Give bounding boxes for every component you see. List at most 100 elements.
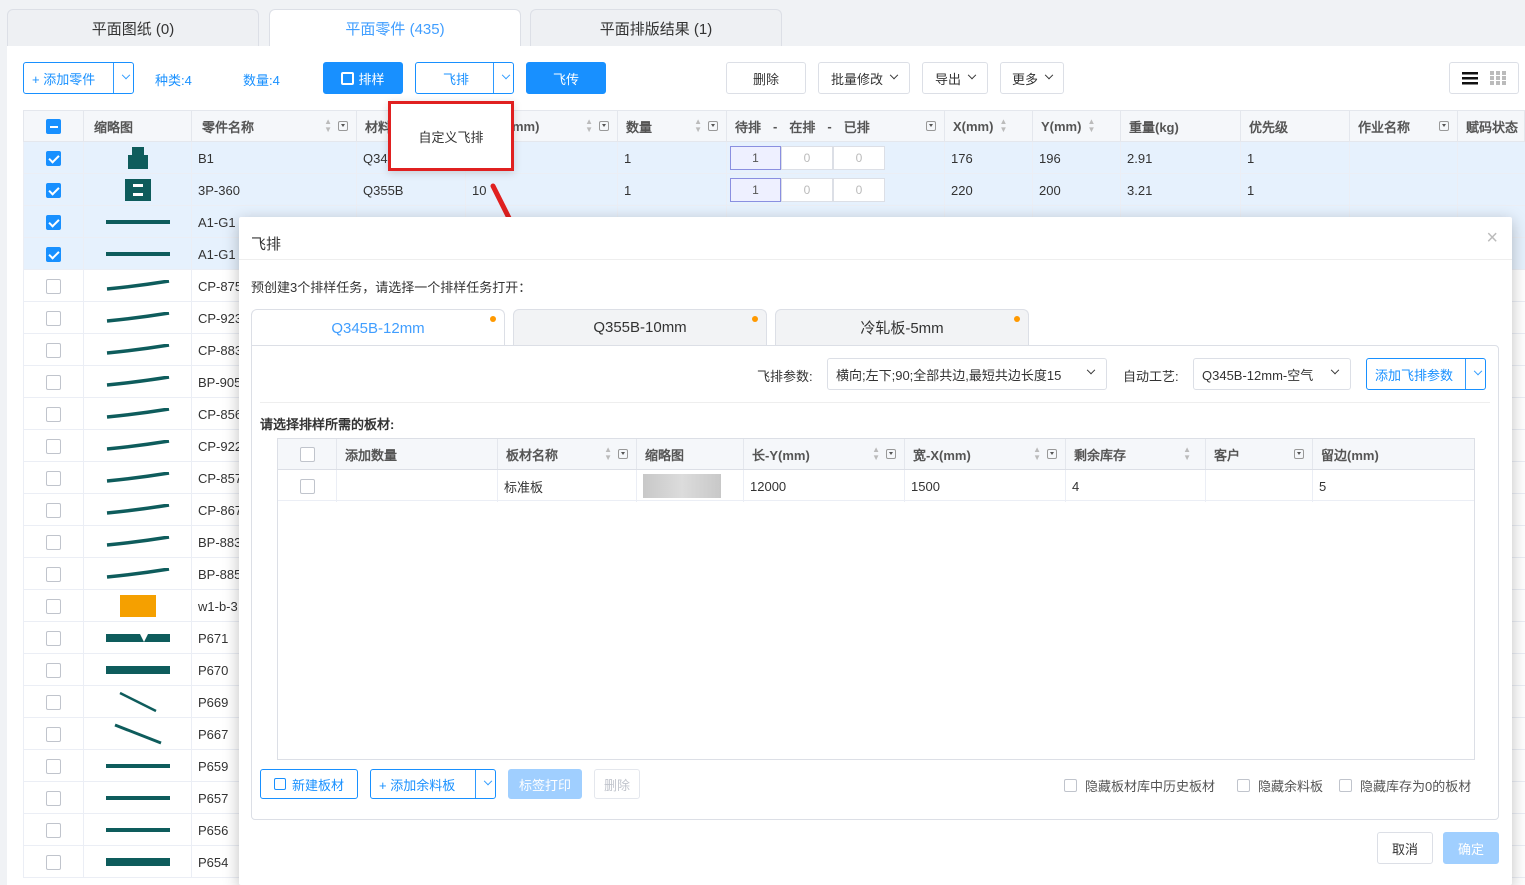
- auto-process-select[interactable]: Q345B-12mm-空气: [1193, 358, 1351, 390]
- row-checkbox[interactable]: [46, 150, 61, 166]
- table-row[interactable]: B1 Q34 1 1 0 0 176 196 2.91 1: [23, 142, 1525, 174]
- sort-icon[interactable]: ▲ ▼: [604, 446, 612, 462]
- hide-zero-checkbox[interactable]: [1339, 779, 1352, 792]
- filter-icon[interactable]: [618, 449, 628, 459]
- add-remnant-button[interactable]: + 添加余料板: [370, 769, 496, 799]
- th-y[interactable]: Y(mm) ▲ ▼: [1033, 111, 1121, 141]
- row-checkbox[interactable]: [46, 854, 61, 870]
- hide-remnant-checkbox[interactable]: [1237, 779, 1250, 792]
- label-print-button[interactable]: 标签打印: [508, 769, 582, 799]
- fly-nest-dropdown-toggle[interactable]: [493, 63, 513, 93]
- row-checkbox[interactable]: [46, 790, 61, 806]
- row-checkbox[interactable]: [46, 278, 61, 294]
- sheet-row[interactable]: 标准板 12000 1500 4 5: [278, 470, 1474, 502]
- more-button[interactable]: 更多: [1000, 62, 1064, 94]
- row-checkbox[interactable]: [46, 662, 61, 678]
- filter-icon[interactable]: [926, 121, 936, 131]
- row-checkbox[interactable]: [46, 566, 61, 582]
- sort-icon[interactable]: ▲ ▼: [1033, 446, 1041, 462]
- add-part-dropdown-toggle[interactable]: [113, 63, 133, 93]
- sort-icon[interactable]: ▲ ▼: [585, 118, 593, 134]
- task-tab-cold-rolled[interactable]: 冷轧板-5mm: [775, 309, 1029, 345]
- tab-drawings[interactable]: 平面图纸 (0): [7, 9, 259, 46]
- row-checkbox[interactable]: [46, 726, 61, 742]
- hide-remnant-option[interactable]: 隐藏余料板: [1237, 776, 1323, 795]
- nest-button[interactable]: 排样: [323, 62, 403, 94]
- sheet-row-checkbox[interactable]: [299, 478, 315, 494]
- batch-edit-button[interactable]: 批量修改: [818, 62, 910, 94]
- row-checkbox[interactable]: [46, 182, 61, 198]
- filter-icon[interactable]: [1439, 121, 1449, 131]
- th-stock[interactable]: 剩余库存 ▲ ▼: [1066, 439, 1206, 469]
- filter-icon[interactable]: [599, 121, 609, 131]
- fly-nest-button[interactable]: 飞排: [415, 62, 514, 94]
- list-view-icon[interactable]: [1462, 71, 1478, 85]
- row-checkbox[interactable]: [46, 406, 61, 422]
- add-fly-param-dropdown-toggle[interactable]: [1465, 359, 1485, 389]
- sheet-delete-button[interactable]: 删除: [594, 769, 640, 799]
- hide-zero-option[interactable]: 隐藏库存为0的板材: [1339, 776, 1471, 795]
- custom-fly-nest-menu-item[interactable]: 自定义飞排: [388, 101, 514, 171]
- sheet-select-all-checkbox[interactable]: [299, 446, 315, 462]
- filter-icon[interactable]: [1047, 449, 1057, 459]
- th-weight[interactable]: 重量(kg): [1121, 111, 1241, 141]
- th-part-name[interactable]: 零件名称 ▲ ▼: [192, 111, 357, 141]
- task-tab-q355b[interactable]: Q355B-10mm: [513, 309, 767, 345]
- table-row[interactable]: 3P-360 Q355B 10 1 1 0 0 220 200 3.21 1: [23, 174, 1525, 206]
- sort-icon[interactable]: ▲ ▼: [1183, 446, 1191, 462]
- th-priority[interactable]: 优先级: [1241, 111, 1350, 141]
- row-checkbox[interactable]: [46, 534, 61, 550]
- row-checkbox[interactable]: [46, 246, 61, 262]
- row-checkbox[interactable]: [46, 310, 61, 326]
- row-checkbox[interactable]: [46, 438, 61, 454]
- add-qty-cell[interactable]: [337, 470, 498, 502]
- hide-history-option[interactable]: 隐藏板材库中历史板材: [1064, 776, 1215, 795]
- sort-icon[interactable]: ▲ ▼: [324, 118, 332, 134]
- th-code-status[interactable]: 赋码状态: [1458, 111, 1525, 141]
- add-fly-param-button[interactable]: 添加飞排参数: [1366, 358, 1486, 390]
- tab-parts[interactable]: 平面零件 (435): [269, 9, 521, 46]
- tab-results[interactable]: 平面排版结果 (1): [530, 9, 782, 46]
- row-checkbox[interactable]: [46, 598, 61, 614]
- th-sheet-name[interactable]: 板材名称 ▲ ▼: [498, 439, 637, 469]
- row-checkbox[interactable]: [46, 630, 61, 646]
- th-width[interactable]: 宽-X(mm) ▲ ▼: [905, 439, 1066, 469]
- cancel-button[interactable]: 取消: [1377, 832, 1433, 864]
- view-toggle[interactable]: [1449, 62, 1519, 94]
- add-remnant-dropdown-toggle[interactable]: [475, 770, 495, 798]
- delete-button[interactable]: 删除: [726, 62, 806, 94]
- row-checkbox[interactable]: [46, 502, 61, 518]
- waiting-qty[interactable]: 1: [730, 178, 781, 202]
- th-status[interactable]: 待排 - 在排 - 已排: [727, 111, 945, 141]
- select-all-checkbox[interactable]: [46, 118, 61, 134]
- sort-icon[interactable]: ▲ ▼: [1087, 118, 1095, 134]
- row-checkbox[interactable]: [46, 214, 61, 230]
- th-quantity[interactable]: 数量 ▲ ▼: [618, 111, 727, 141]
- sort-icon[interactable]: ▲ ▼: [872, 446, 880, 462]
- fly-param-select[interactable]: 横向;左下;90;全部共边,最短共边长度15: [827, 358, 1107, 390]
- add-part-button[interactable]: + 添加零件: [23, 62, 134, 94]
- new-sheet-button[interactable]: 新建板材: [260, 769, 358, 799]
- th-customer[interactable]: 客户: [1206, 439, 1313, 469]
- waiting-qty[interactable]: 1: [730, 146, 781, 170]
- sort-icon[interactable]: ▲ ▼: [694, 118, 702, 134]
- row-checkbox[interactable]: [46, 758, 61, 774]
- th-length[interactable]: 长-Y(mm) ▲ ▼: [744, 439, 905, 469]
- close-icon[interactable]: ×: [1486, 227, 1498, 250]
- row-checkbox[interactable]: [46, 470, 61, 486]
- row-checkbox[interactable]: [46, 822, 61, 838]
- confirm-button[interactable]: 确定: [1443, 832, 1499, 864]
- filter-icon[interactable]: [708, 121, 718, 131]
- fly-upload-button[interactable]: 飞传: [526, 62, 606, 94]
- task-tab-q345b[interactable]: Q345B-12mm: [251, 309, 505, 346]
- row-checkbox[interactable]: [46, 342, 61, 358]
- grid-view-icon[interactable]: [1490, 71, 1506, 85]
- filter-icon[interactable]: [886, 449, 896, 459]
- sort-icon[interactable]: ▲ ▼: [999, 118, 1007, 134]
- th-job-name[interactable]: 作业名称: [1350, 111, 1458, 141]
- row-checkbox[interactable]: [46, 694, 61, 710]
- filter-icon[interactable]: [1294, 449, 1304, 459]
- hide-history-checkbox[interactable]: [1064, 779, 1077, 792]
- th-x[interactable]: X(mm) ▲ ▼: [945, 111, 1033, 141]
- export-button[interactable]: 导出: [922, 62, 988, 94]
